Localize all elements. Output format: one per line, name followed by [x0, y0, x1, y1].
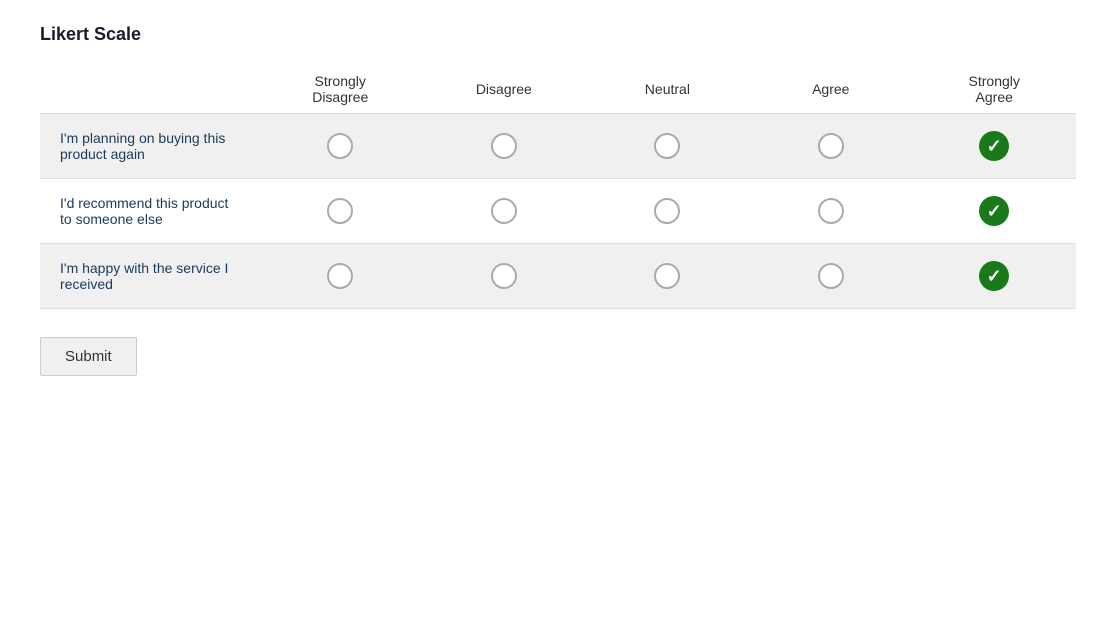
radio-unchecked[interactable]: [491, 198, 517, 224]
table-row: I'm happy with the service I received: [40, 244, 1076, 309]
radio-cell-r2-c2[interactable]: [586, 244, 749, 309]
row-label-0: I'm planning on buying this product agai…: [40, 114, 258, 179]
radio-unchecked[interactable]: [654, 263, 680, 289]
radio-cell-r1-c4[interactable]: [912, 179, 1076, 244]
radio-unchecked[interactable]: [818, 133, 844, 159]
header-disagree: Disagree: [422, 61, 586, 114]
radio-unchecked[interactable]: [491, 263, 517, 289]
table-row: I'm planning on buying this product agai…: [40, 114, 1076, 179]
radio-unchecked[interactable]: [491, 133, 517, 159]
table-header: StronglyDisagree Disagree Neutral Agree …: [40, 61, 1076, 114]
radio-checked-icon[interactable]: [979, 131, 1009, 161]
radio-unchecked[interactable]: [327, 263, 353, 289]
radio-unchecked[interactable]: [654, 198, 680, 224]
radio-cell-r1-c1[interactable]: [422, 179, 586, 244]
likert-table: StronglyDisagree Disagree Neutral Agree …: [40, 61, 1076, 309]
radio-checked-icon[interactable]: [979, 196, 1009, 226]
table-row: I'd recommend this product to someone el…: [40, 179, 1076, 244]
radio-unchecked[interactable]: [818, 263, 844, 289]
radio-cell-r0-c4[interactable]: [912, 114, 1076, 179]
radio-cell-r1-c3[interactable]: [749, 179, 912, 244]
radio-unchecked[interactable]: [654, 133, 680, 159]
radio-cell-r2-c4[interactable]: [912, 244, 1076, 309]
radio-unchecked[interactable]: [327, 133, 353, 159]
radio-cell-r2-c1[interactable]: [422, 244, 586, 309]
header-agree: Agree: [749, 61, 912, 114]
radio-cell-r0-c1[interactable]: [422, 114, 586, 179]
radio-cell-r0-c2[interactable]: [586, 114, 749, 179]
header-strongly-disagree: StronglyDisagree: [258, 61, 422, 114]
radio-cell-r0-c0[interactable]: [258, 114, 422, 179]
radio-cell-r1-c0[interactable]: [258, 179, 422, 244]
radio-cell-r2-c3[interactable]: [749, 244, 912, 309]
radio-unchecked[interactable]: [818, 198, 844, 224]
row-label-2: I'm happy with the service I received: [40, 244, 258, 309]
row-label-1: I'd recommend this product to someone el…: [40, 179, 258, 244]
radio-cell-r1-c2[interactable]: [586, 179, 749, 244]
header-neutral: Neutral: [586, 61, 749, 114]
radio-cell-r2-c0[interactable]: [258, 244, 422, 309]
header-label-col: [40, 61, 258, 114]
radio-checked-icon[interactable]: [979, 261, 1009, 291]
page-title: Likert Scale: [40, 24, 1076, 45]
radio-unchecked[interactable]: [327, 198, 353, 224]
submit-button[interactable]: Submit: [40, 337, 137, 376]
header-strongly-agree: StronglyAgree: [912, 61, 1076, 114]
radio-cell-r0-c3[interactable]: [749, 114, 912, 179]
